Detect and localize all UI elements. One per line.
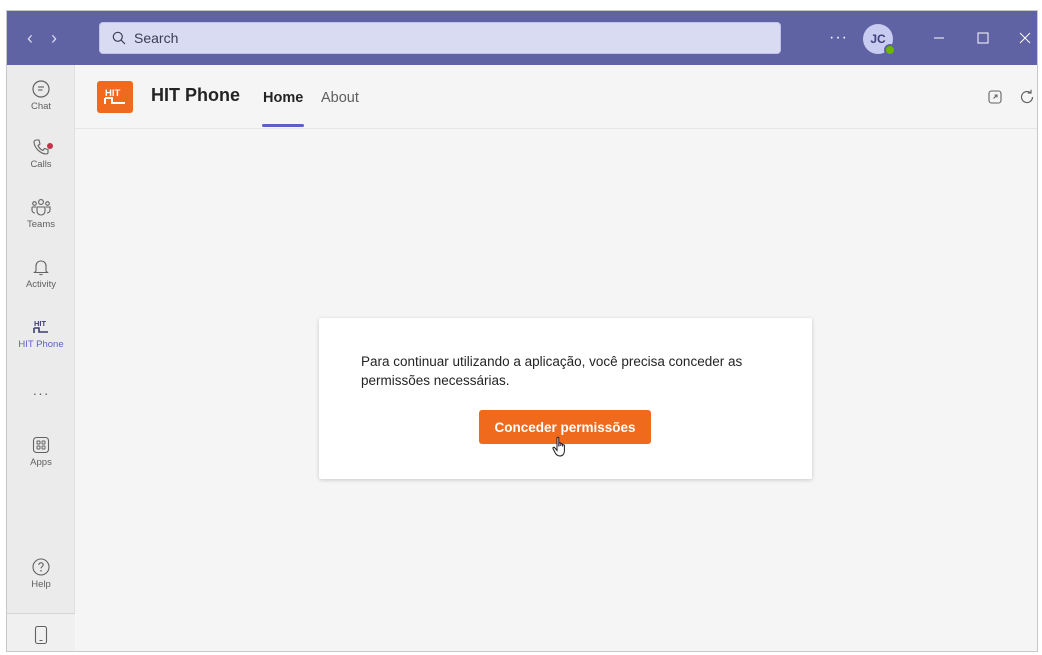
notification-dot bbox=[47, 143, 53, 149]
bell-icon bbox=[33, 260, 49, 276]
app-content: Para continuar utilizando a aplicação, v… bbox=[75, 129, 1037, 651]
teams-icon bbox=[31, 199, 51, 216]
rail-item-label: Calls bbox=[30, 159, 52, 170]
refresh-button[interactable] bbox=[1017, 87, 1037, 107]
rail-item-apps[interactable]: Apps bbox=[7, 435, 75, 468]
hit-phone-icon: HIT bbox=[33, 319, 48, 333]
app-rail: Chat Calls Teams Activity HIT HIT Phone … bbox=[7, 65, 75, 651]
mobile-device-button[interactable] bbox=[7, 613, 75, 651]
rail-item-label: Apps bbox=[30, 457, 52, 468]
rail-item-label: HIT Phone bbox=[18, 339, 64, 350]
presence-available-icon bbox=[884, 44, 896, 56]
permission-message: Para continuar utilizando a aplicação, v… bbox=[361, 354, 743, 388]
close-icon bbox=[1019, 32, 1031, 44]
rail-item-hit-phone[interactable]: HIT HIT Phone bbox=[7, 317, 75, 350]
close-button[interactable] bbox=[1011, 25, 1037, 51]
rail-item-calls[interactable]: Calls bbox=[7, 137, 75, 170]
tab-home[interactable]: Home bbox=[263, 90, 303, 106]
app-header: HIT HIT Phone Home About bbox=[75, 65, 1037, 129]
maximize-button[interactable] bbox=[969, 25, 997, 51]
svg-text:HIT: HIT bbox=[34, 319, 47, 328]
popout-icon bbox=[988, 90, 1002, 104]
tab-about[interactable]: About bbox=[321, 90, 359, 106]
chevron-right-icon[interactable]: › bbox=[51, 29, 57, 47]
search-input[interactable]: Search bbox=[99, 22, 781, 54]
rail-item-label: Chat bbox=[30, 101, 52, 112]
active-tab-indicator bbox=[262, 124, 304, 127]
chevron-left-icon[interactable]: ‹ bbox=[27, 29, 33, 47]
more-apps-icon: ··· bbox=[32, 385, 50, 401]
rail-item-activity[interactable]: Activity bbox=[7, 257, 75, 290]
permission-card: Para continuar utilizando a aplicação, v… bbox=[319, 318, 812, 479]
rail-item-chat[interactable]: Chat bbox=[7, 79, 75, 112]
rail-item-help[interactable]: Help bbox=[7, 557, 75, 590]
minimize-button[interactable] bbox=[925, 25, 953, 51]
minimize-icon bbox=[934, 37, 944, 39]
maximize-icon bbox=[977, 32, 989, 44]
rail-item-label: Activity bbox=[25, 279, 57, 290]
hit-phone-logo: HIT bbox=[97, 81, 133, 113]
rail-item-teams[interactable]: Teams bbox=[7, 197, 75, 230]
more-options-button[interactable]: ··· bbox=[829, 29, 848, 47]
search-icon bbox=[112, 31, 126, 45]
refresh-icon bbox=[1020, 89, 1034, 104]
search-placeholder: Search bbox=[134, 30, 179, 46]
title-bar: ‹ › Search ··· JC bbox=[7, 11, 1037, 65]
nav-arrows: ‹ › bbox=[7, 29, 77, 47]
rail-item-label: Help bbox=[31, 579, 51, 590]
hand-pointer-cursor-icon bbox=[552, 436, 565, 457]
avatar[interactable]: JC bbox=[863, 24, 896, 56]
popout-button[interactable] bbox=[985, 87, 1005, 107]
help-icon bbox=[32, 558, 50, 576]
chat-icon bbox=[32, 80, 50, 98]
mobile-device-icon bbox=[34, 625, 48, 644]
app-title: HIT Phone bbox=[151, 85, 240, 105]
avatar-initials: JC bbox=[870, 32, 886, 46]
apps-icon bbox=[32, 436, 50, 454]
teams-window: ‹ › Search ··· JC Chat Calls Teams Activ… bbox=[6, 10, 1038, 652]
rail-item-label: Teams bbox=[27, 219, 55, 230]
rail-item-more-apps[interactable]: ··· bbox=[7, 383, 75, 401]
